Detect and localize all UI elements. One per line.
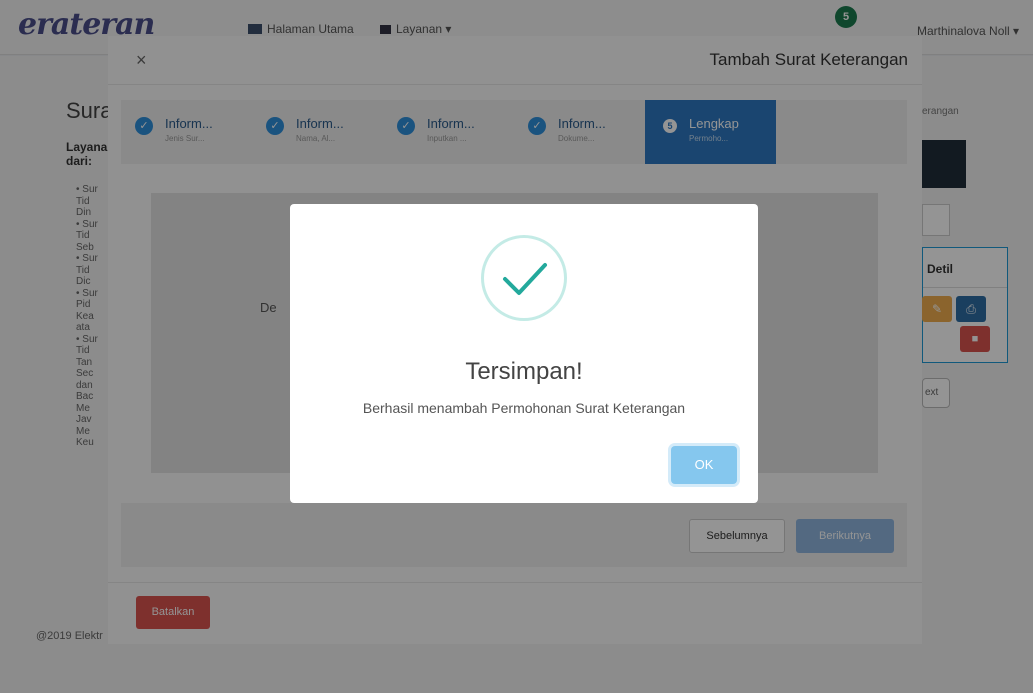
ok-button[interactable]: OK <box>671 446 737 484</box>
alert-message: Berhasil menambah Permohonan Surat Keter… <box>362 400 686 416</box>
alert-title: Tersimpan! <box>465 358 583 385</box>
success-check-icon <box>481 235 567 321</box>
success-alert: Tersimpan! Berhasil menambah Permohonan … <box>290 204 758 503</box>
